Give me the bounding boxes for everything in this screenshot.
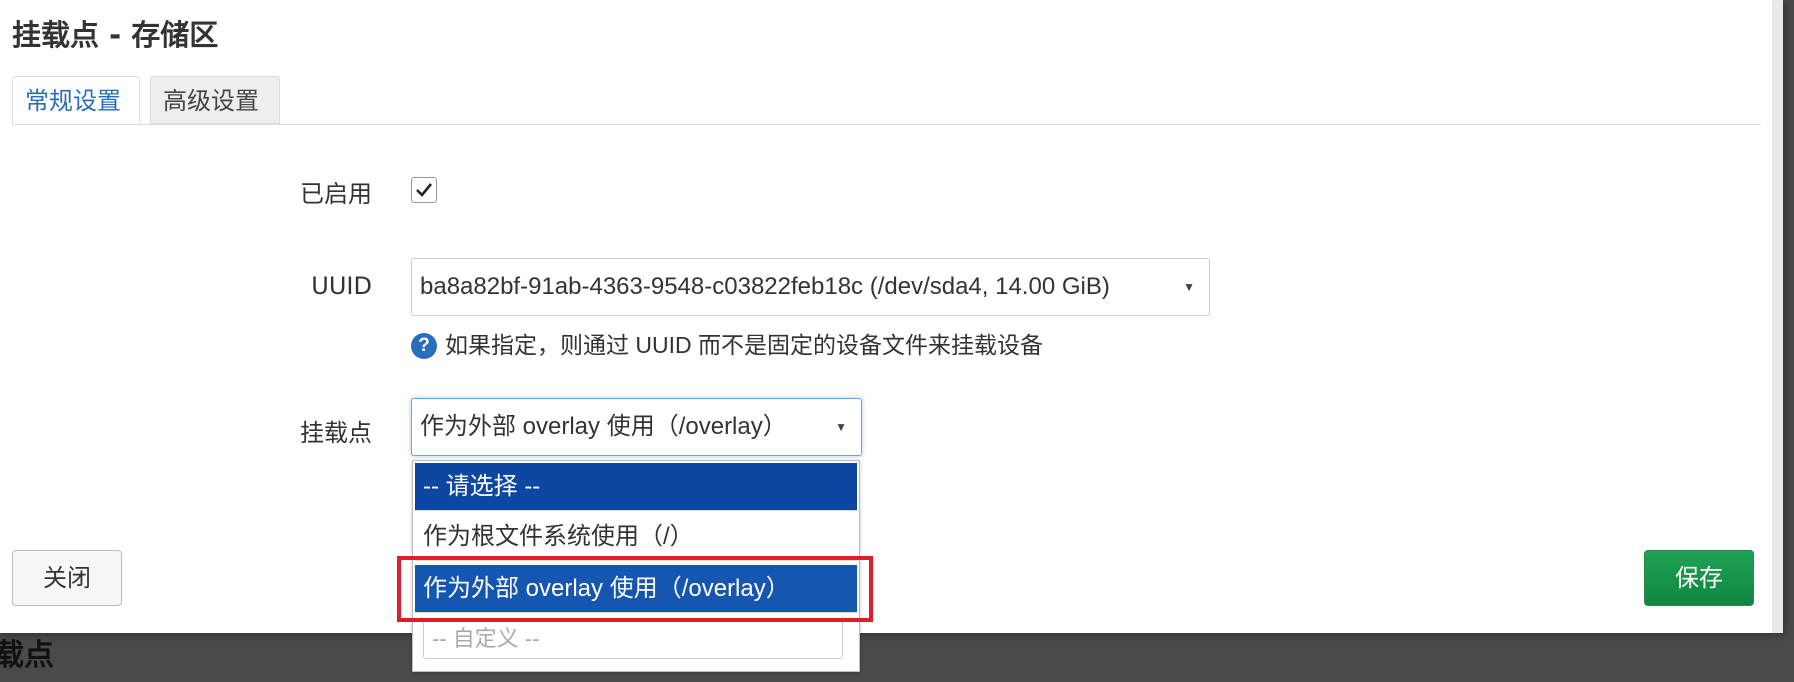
dialog-title: 挂载点 - 存储区: [12, 18, 219, 52]
tab-general-settings[interactable]: 常规设置: [12, 76, 140, 124]
uuid-hint-text: 如果指定，则通过 UUID 而不是固定的设备文件来挂载设备: [445, 332, 1043, 358]
uuid-select-value: ba8a82bf-91ab-4363-9548-c03822feb18c (/d…: [420, 273, 1110, 300]
mount-dialog: 挂载点 - 存储区 常规设置 高级设置 已启用 UUID ba8a82bf-91…: [0, 0, 1783, 633]
help-icon: ?: [411, 333, 437, 359]
mountpoint-label: 挂载点: [300, 419, 372, 447]
tab-advanced-settings[interactable]: 高级设置: [150, 76, 280, 124]
close-button[interactable]: 关闭: [12, 550, 122, 606]
mountpoint-select[interactable]: 作为外部 overlay 使用（/overlay） ▼: [411, 398, 862, 456]
enabled-checkbox[interactable]: [411, 177, 437, 203]
dropdown-option-rootfs[interactable]: 作为根文件系统使用（/）: [415, 513, 857, 561]
tab-bar: 常规设置 高级设置: [12, 76, 1761, 125]
uuid-hint: ? 如果指定，则通过 UUID 而不是固定的设备文件来挂载设备: [411, 326, 1043, 360]
mountpoint-select-value: 作为外部 overlay 使用（/overlay）: [420, 413, 787, 440]
background-page-title: 载点: [0, 638, 54, 673]
uuid-select[interactable]: ba8a82bf-91ab-4363-9548-c03822feb18c (/d…: [411, 258, 1210, 316]
enabled-label: 已启用: [300, 180, 372, 208]
annotation-highlight-box: [397, 556, 873, 622]
checkmark-icon: [416, 183, 433, 197]
scrollbar-track[interactable]: [1772, 0, 1783, 633]
chevron-down-icon: ▼: [835, 420, 847, 434]
dropdown-option-placeholder[interactable]: -- 请选择 --: [415, 463, 857, 511]
uuid-label: UUID: [311, 272, 372, 300]
custom-mountpoint-input[interactable]: [423, 619, 843, 659]
chevron-down-icon: ▼: [1183, 280, 1195, 294]
save-button[interactable]: 保存: [1644, 550, 1754, 606]
